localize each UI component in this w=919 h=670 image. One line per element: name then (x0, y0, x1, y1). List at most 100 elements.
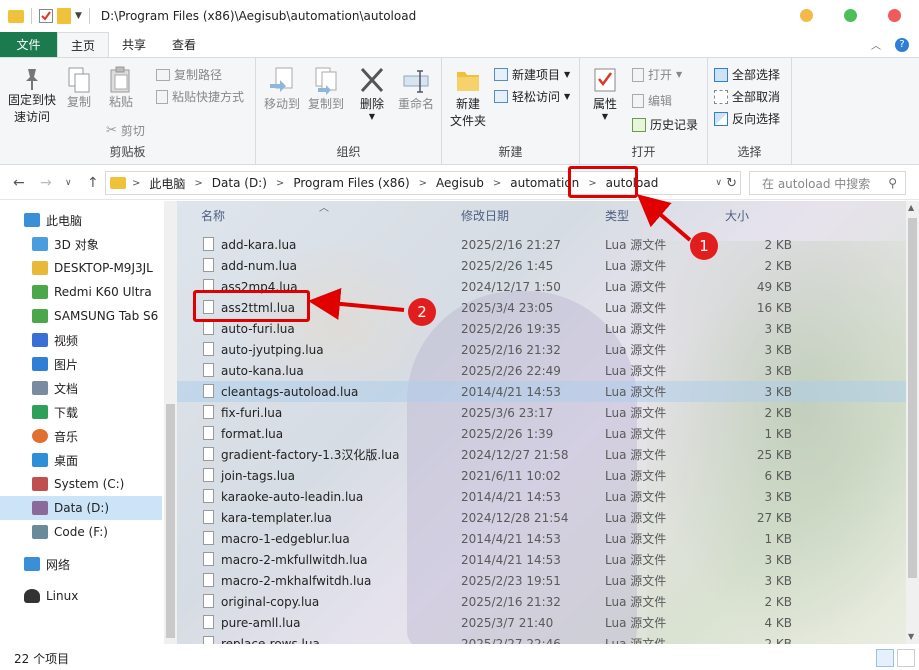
file-name: join-tags.lua (221, 468, 295, 483)
tab-home[interactable]: 主页 (57, 32, 110, 57)
nav-label: 下载 (54, 405, 79, 420)
scroll-down-icon[interactable]: ▼ (908, 632, 914, 641)
window-controls (800, 9, 901, 22)
properties-button[interactable]: 属性 ▼ (588, 66, 622, 121)
file-icon (203, 342, 214, 356)
file-row[interactable]: add-num.lua 2025/2/26 1:45 Lua 源文件 2 KB (177, 255, 906, 276)
edit-button[interactable]: 编辑 (632, 92, 672, 109)
file-row[interactable]: add-kara.lua 2025/2/16 21:27 Lua 源文件 2 KB (177, 234, 906, 255)
pin-icon (26, 69, 38, 90)
new-folder-label: 新建 文件夹 (449, 97, 486, 128)
file-icon (203, 405, 214, 419)
file-row[interactable]: karaoke-auto-leadin.lua 2014/4/21 14:53 Lu… (177, 486, 906, 507)
invert-selection-label: 反向选择 (732, 112, 781, 126)
breadcrumb-this-pc[interactable]: 此电脑 (149, 175, 185, 192)
file-row[interactable]: pure-amll.lua 2025/3/7 21:40 Lua 源文件 4 KB (177, 612, 906, 633)
back-arrow-icon[interactable]: ← (13, 175, 25, 191)
column-header-type[interactable]: 类型 (605, 207, 629, 224)
file-row[interactable]: replace-rows.lua 2025/2/27 22:46 Lua 源文件 2 … (177, 633, 906, 644)
tab-share[interactable]: 共享 (109, 32, 159, 57)
file-date: 2025/2/26 1:39 (461, 426, 554, 441)
tab-view[interactable]: 查看 (159, 32, 209, 57)
large-icons-view-button[interactable] (897, 649, 915, 667)
search-input[interactable]: 在 autoload 中搜索 ⚲ (749, 171, 906, 195)
file-name: pure-amll.lua (221, 615, 301, 630)
nav-item-network[interactable]: 网络 (24, 552, 186, 576)
copy-button[interactable]: 复制 (62, 66, 96, 111)
cut-button[interactable]: ✂ 剪切 (106, 122, 145, 139)
new-folder-icon[interactable] (57, 8, 71, 24)
file-size: 4 KB (764, 615, 792, 630)
select-all-button[interactable]: 全部选择 (714, 66, 780, 83)
tab-file[interactable]: 文件 (0, 32, 57, 57)
highlight-box-address (568, 166, 638, 198)
file-row[interactable]: macro-1-edgeblur.lua 2014/4/21 14:53 Lua 源… (177, 528, 906, 549)
properties-checkbox-icon[interactable] (39, 9, 53, 23)
delete-button[interactable]: 删除 ▼ (354, 66, 390, 121)
file-row[interactable]: auto-jyutping.lua 2025/2/16 21:32 Lua 源文件 3… (177, 339, 906, 360)
file-row[interactable]: cleantags-autoload.lua 2014/4/21 14:53 Lua… (177, 381, 906, 402)
file-row[interactable]: original-copy.lua 2025/2/16 21:32 Lua 源文件 2… (177, 591, 906, 612)
nav-item-linux[interactable]: Linux (24, 584, 186, 608)
pin-quick-access-button[interactable]: 固定到快 速访问 (6, 66, 58, 126)
maximize-button[interactable] (844, 9, 857, 22)
breadcrumb-program-files[interactable]: Program Files (x86) (293, 176, 409, 190)
select-none-button[interactable]: 全部取消 (714, 88, 780, 105)
nav-scrollbar-thumb[interactable] (166, 404, 175, 638)
open-button[interactable]: 打开 ▼ (632, 66, 682, 83)
invert-selection-button[interactable]: 反向选择 (714, 110, 780, 127)
file-icon (203, 447, 214, 461)
rename-button[interactable]: 重命名 (394, 66, 438, 113)
paste-shortcut-button[interactable]: 粘贴快捷方式 (156, 88, 244, 105)
breadcrumb-data-drive[interactable]: Data (D:) (212, 176, 267, 190)
column-header-date[interactable]: 修改日期 (461, 207, 509, 224)
close-button[interactable] (888, 9, 901, 22)
minimize-button[interactable] (800, 9, 813, 22)
chevron-up-icon[interactable]: ︿ (871, 37, 881, 52)
file-type: Lua 源文件 (605, 490, 667, 504)
file-row[interactable]: macro-2-mkfullwitdh.lua 2014/4/21 14:53 Lu… (177, 549, 906, 570)
new-folder-button[interactable]: 新建 文件夹 (446, 66, 490, 130)
file-row[interactable]: kara-templater.lua 2024/12/28 21:54 Lua 源文… (177, 507, 906, 528)
breadcrumb-aegisub[interactable]: Aegisub (436, 176, 484, 190)
file-list-scrollbar-thumb[interactable] (908, 218, 917, 578)
scroll-up-icon[interactable]: ▲ (908, 203, 914, 212)
chevron-right-icon: > (132, 177, 141, 189)
file-row[interactable]: format.lua 2025/2/26 1:39 Lua 源文件 1 KB (177, 423, 906, 444)
paste-button[interactable]: 粘贴 (104, 66, 138, 111)
details-view-button[interactable] (876, 649, 894, 667)
ribbon-controls: ︿ ? (871, 32, 919, 57)
file-row[interactable]: macro-2-mkhalfwitdh.lua 2025/2/23 19:51 Lu… (177, 570, 906, 591)
nav-item-drive-d[interactable]: Data (D:) (0, 496, 162, 520)
help-icon[interactable]: ? (895, 37, 909, 52)
copy-to-button[interactable]: 复制到 (304, 66, 348, 113)
file-type: Lua 源文件 (605, 238, 667, 252)
file-row[interactable]: gradient-factory-1.3汉化版.lua 2024/12/27 21… (177, 444, 906, 465)
file-size: 3 KB (764, 363, 792, 378)
chevron-down-icon[interactable]: ∨ (715, 178, 722, 188)
chevron-down-icon[interactable]: ∨ (65, 178, 72, 188)
file-date: 2021/6/11 10:02 (461, 468, 561, 483)
nav-label: SAMSUNG Tab S6 (54, 309, 159, 323)
chevron-right-icon: > (492, 177, 502, 189)
file-row[interactable]: fix-furi.lua 2025/3/6 23:17 Lua 源文件 2 KB (177, 402, 906, 423)
file-type: Lua 源文件 (605, 427, 667, 441)
chevron-down-icon[interactable]: ▼ (75, 11, 82, 21)
clipboard-group-label: 剪贴板 (109, 145, 146, 159)
file-row[interactable]: auto-kana.lua 2025/2/26 22:49 Lua 源文件 3 KB (177, 360, 906, 381)
up-arrow-icon[interactable]: ↑ (87, 175, 99, 191)
column-header-size[interactable]: 大小 (725, 207, 749, 224)
address-bar[interactable]: > 此电脑 > Data (D:) > Program Files (x86) … (105, 171, 741, 195)
file-row[interactable]: join-tags.lua 2021/6/11 10:02 Lua 源文件 6 KB (177, 465, 906, 486)
copy-path-button[interactable]: 复制路径 (156, 66, 222, 83)
computer-icon (24, 213, 40, 227)
forward-arrow-icon[interactable]: → (40, 175, 52, 191)
easy-access-button[interactable]: 轻松访问 ▼ (494, 88, 570, 105)
move-to-button[interactable]: 移动到 (260, 66, 304, 113)
history-button[interactable]: 历史记录 (632, 116, 698, 133)
refresh-icon[interactable]: ↻ (726, 176, 737, 191)
nav-label: DESKTOP-M9J3JL (54, 261, 153, 275)
new-item-button[interactable]: 新建项目 ▼ (494, 66, 570, 83)
nav-item-this-pc[interactable]: 此电脑 (24, 208, 186, 232)
column-header-name[interactable]: 名称 (201, 207, 225, 224)
